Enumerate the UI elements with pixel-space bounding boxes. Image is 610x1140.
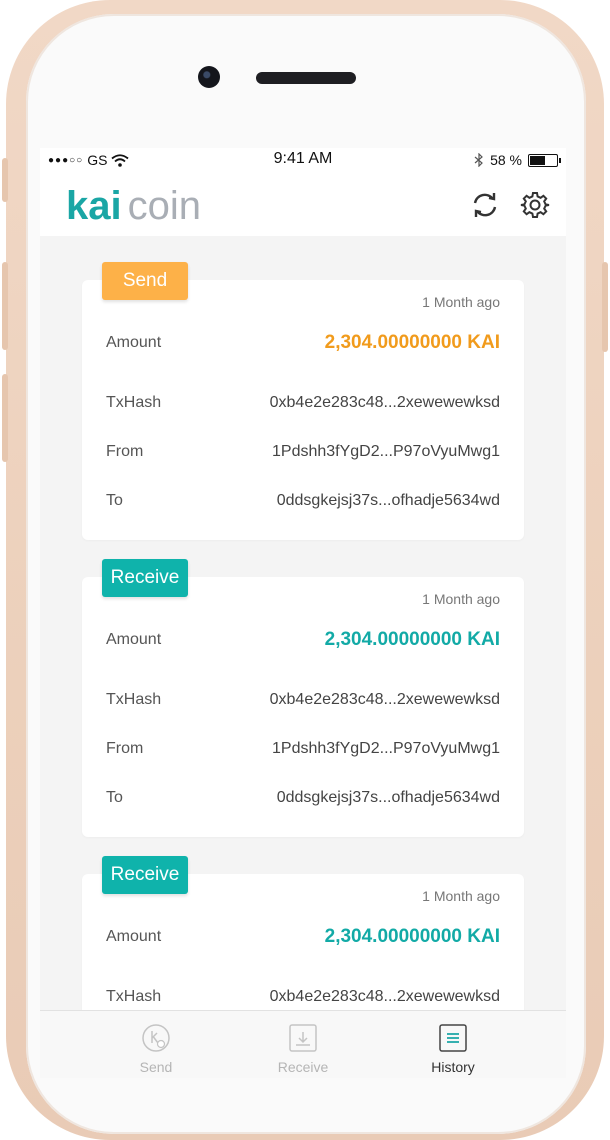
txhash-value[interactable]: 0xb4e2e283c48...2xewewewksd	[270, 691, 500, 709]
txhash-label: TxHash	[106, 691, 162, 708]
txhash-row: TxHash 0xb4e2e283c48...2xewewewksd	[106, 390, 500, 416]
status-bar: ●●●○○ GS 9:41 AM 58 %	[40, 148, 566, 172]
txhash-value[interactable]: 0xb4e2e283c48...2xewewewksd	[270, 394, 500, 412]
from-row: From 1Pdshh3fYgD2...P97oVyuMwg1	[106, 736, 500, 762]
logo-coin: coin	[127, 184, 201, 228]
refresh-icon	[473, 193, 497, 217]
txhash-row: TxHash 0xb4e2e283c48...2xewewewksd	[106, 687, 500, 713]
amount-label: Amount	[106, 928, 162, 945]
receive-icon	[287, 1023, 319, 1053]
to-row: To 0ddsgkejsj37s...ofhadje5634wd	[106, 785, 500, 811]
from-row: From 1Pdshh3fYgD2...P97oVyuMwg1	[106, 439, 500, 465]
from-value[interactable]: 1Pdshh3fYgD2...P97oVyuMwg1	[272, 740, 500, 758]
from-label: From	[106, 740, 144, 757]
amount-row: Amount 2,304.00000000 KAI	[106, 330, 500, 356]
status-right: 58 %	[474, 152, 561, 168]
tab-label: History	[431, 1059, 475, 1075]
history-icon	[437, 1023, 469, 1053]
refresh-button[interactable]	[468, 188, 502, 222]
logo-kai: kai	[66, 184, 122, 228]
txhash-label: TxHash	[106, 394, 162, 411]
amount-label: Amount	[106, 631, 162, 648]
amount-value: 2,304.00000000 KAI	[324, 926, 500, 947]
app-logo: kai coin	[66, 184, 201, 229]
phone-screen: ●●●○○ GS 9:41 AM 58 % kai coin 1 Month a…	[40, 148, 566, 1078]
to-row: To 0ddsgkejsj37s...ofhadje5634wd	[106, 488, 500, 514]
transaction-card[interactable]: 1 Month ago Amount 2,304.00000000 KAI Tx…	[82, 577, 524, 837]
earpiece-speaker	[256, 72, 356, 84]
app-header: kai coin	[40, 172, 566, 236]
time-ago: 1 Month ago	[422, 888, 500, 904]
send-badge: Send	[102, 262, 188, 300]
battery-tip	[559, 157, 561, 163]
front-camera	[198, 66, 220, 88]
amount-value: 2,304.00000000 KAI	[324, 332, 500, 353]
power-button	[602, 262, 608, 352]
volume-up-button	[2, 262, 8, 350]
txhash-value[interactable]: 0xb4e2e283c48...2xewewewksd	[270, 988, 500, 1006]
to-label: To	[106, 789, 123, 806]
txhash-label: TxHash	[106, 988, 162, 1005]
amount-label: Amount	[106, 334, 162, 351]
transaction-card[interactable]: 1 Month ago Amount 2,304.00000000 KAI Tx…	[82, 280, 524, 540]
time-ago: 1 Month ago	[422, 591, 500, 607]
receive-badge: Receive	[102, 559, 188, 597]
mute-switch	[2, 158, 8, 202]
bluetooth-icon	[474, 153, 483, 167]
history-list: 1 Month ago Amount 2,304.00000000 KAI Tx…	[40, 236, 566, 1010]
from-label: From	[106, 443, 144, 460]
volume-down-button	[2, 374, 8, 462]
battery-percent: 58 %	[490, 152, 522, 168]
gear-icon	[520, 192, 550, 218]
battery-level-fill	[530, 155, 545, 165]
amount-value: 2,304.00000000 KAI	[324, 629, 500, 650]
tab-bar: Send Receive History	[40, 1010, 566, 1078]
send-icon	[140, 1023, 172, 1053]
to-value[interactable]: 0ddsgkejsj37s...ofhadje5634wd	[277, 492, 500, 510]
amount-row: Amount 2,304.00000000 KAI	[106, 627, 500, 653]
amount-row: Amount 2,304.00000000 KAI	[106, 924, 500, 950]
tab-history[interactable]: History	[365, 1011, 541, 1078]
from-value[interactable]: 1Pdshh3fYgD2...P97oVyuMwg1	[272, 443, 500, 461]
receive-badge: Receive	[102, 856, 188, 894]
time-ago: 1 Month ago	[422, 294, 500, 310]
settings-button[interactable]	[518, 188, 552, 222]
transaction-card[interactable]: 1 Month ago Amount 2,304.00000000 KAI Tx…	[82, 874, 524, 1010]
txhash-row: TxHash 0xb4e2e283c48...2xewewewksd	[106, 984, 500, 1010]
battery-icon	[528, 153, 561, 167]
to-label: To	[106, 492, 123, 509]
to-value[interactable]: 0ddsgkejsj37s...ofhadje5634wd	[277, 789, 500, 807]
